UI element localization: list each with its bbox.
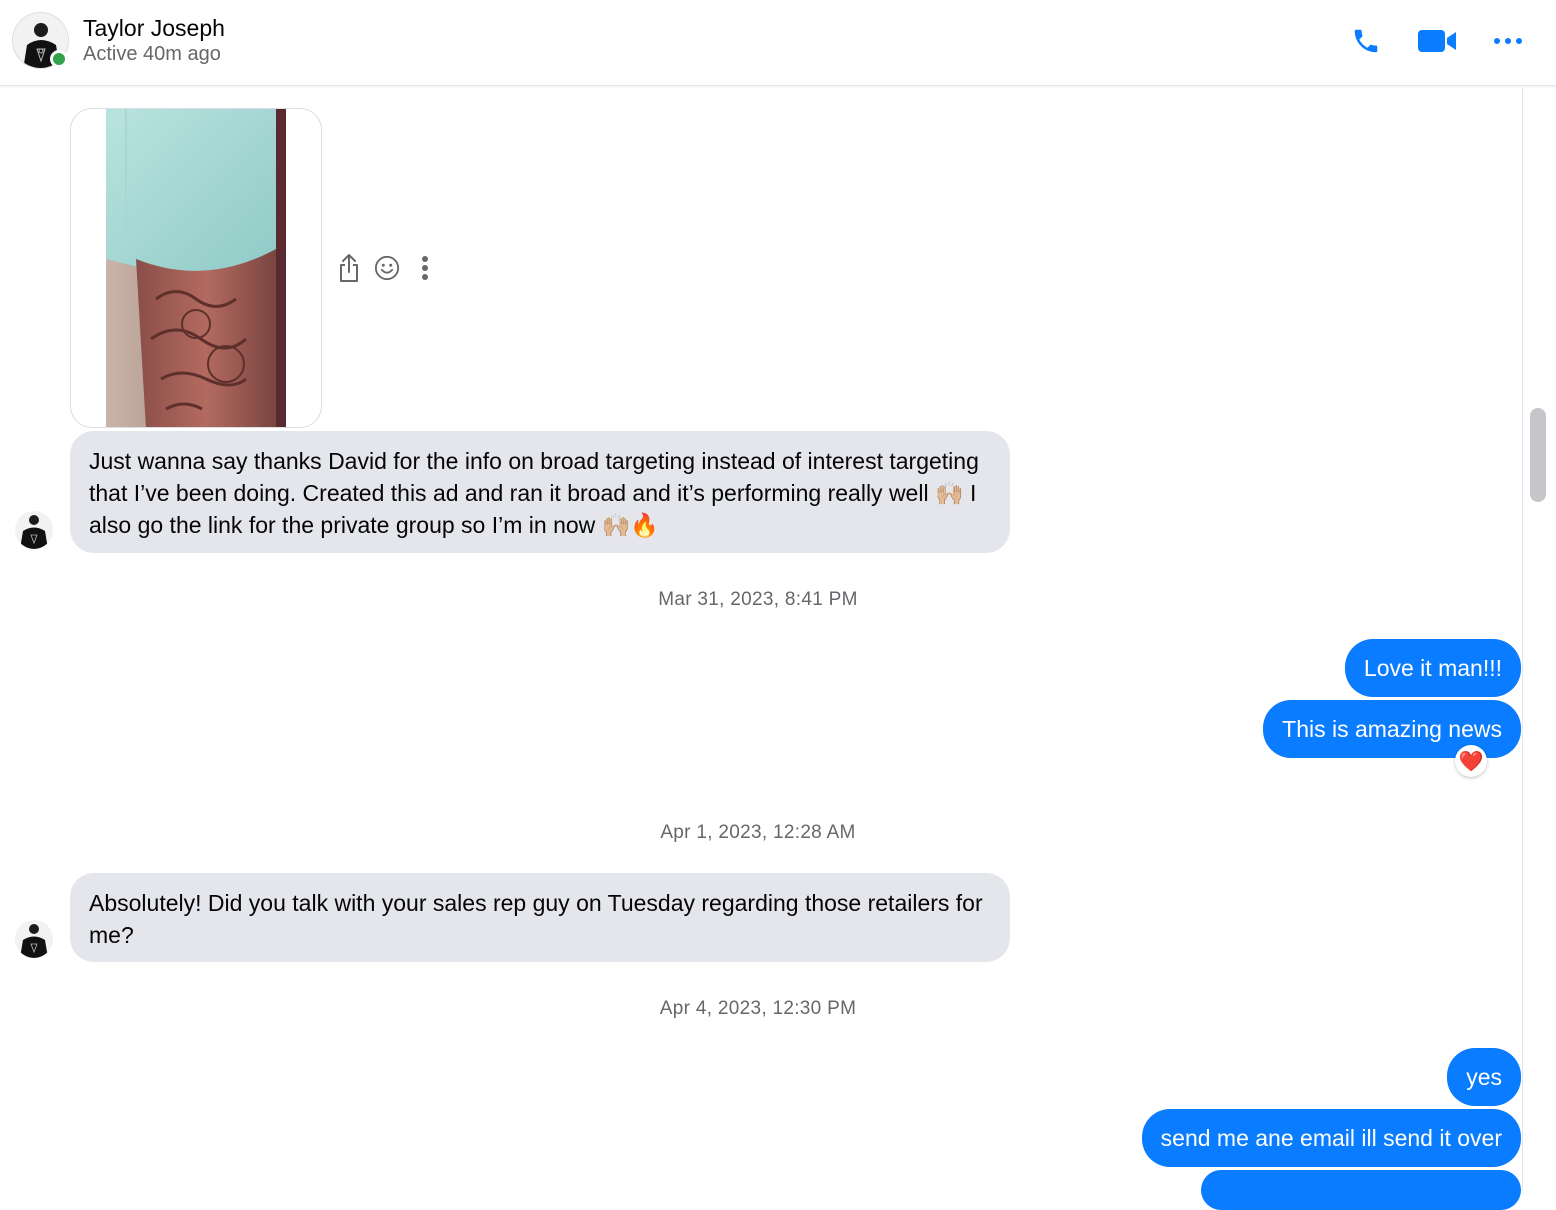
audio-call-button[interactable] — [1348, 22, 1384, 60]
phone-icon — [1354, 29, 1378, 53]
timestamp: Mar 31, 2023, 8:41 PM — [658, 589, 858, 610]
message-text: Love it man!!! — [1363, 655, 1502, 681]
timestamp: Apr 4, 2023, 12:30 PM — [659, 998, 857, 1019]
share-icon[interactable] — [336, 250, 362, 286]
outgoing-message-partial[interactable] — [1201, 1170, 1521, 1210]
incoming-message[interactable]: Just wanna say thanks David for the info… — [70, 431, 1010, 553]
timestamp: Apr 1, 2023, 12:28 AM — [660, 822, 856, 843]
conversation-info-button[interactable] — [1490, 22, 1526, 60]
heart-reaction[interactable]: ❤️ — [1455, 745, 1487, 777]
outgoing-message[interactable]: yes — [1447, 1048, 1521, 1106]
more-vertical-icon[interactable] — [412, 250, 438, 286]
message-text: Absolutely! Did you talk with your sales… — [89, 890, 983, 948]
scrollbar-track[interactable] — [1522, 87, 1556, 1190]
outgoing-message[interactable]: Love it man!!! — [1344, 639, 1521, 697]
sender-avatar[interactable] — [15, 511, 53, 549]
more-icon — [1494, 38, 1522, 44]
scrollbar-thumb[interactable] — [1530, 408, 1546, 502]
tattoo-photo — [106, 109, 286, 427]
video-camera-icon — [1418, 30, 1456, 52]
message-hover-actions — [336, 250, 438, 286]
active-status-dot — [50, 50, 68, 68]
outgoing-message[interactable]: send me ane email ill send it over — [1141, 1109, 1521, 1167]
emoji-react-icon[interactable] — [374, 250, 400, 286]
contact-name[interactable]: Taylor Joseph — [83, 15, 225, 42]
message-text: send me ane email ill send it over — [1160, 1125, 1502, 1151]
conversation-header: Taylor Joseph Active 40m ago — [0, 0, 1556, 86]
incoming-message[interactable]: Absolutely! Did you talk with your sales… — [70, 873, 1010, 962]
image-attachment[interactable] — [70, 108, 322, 428]
video-call-button[interactable] — [1415, 22, 1459, 60]
message-text: Just wanna say thanks David for the info… — [89, 448, 979, 538]
message-text: This is amazing news — [1282, 716, 1502, 742]
heart-icon: ❤️ — [1458, 750, 1484, 773]
active-status-text: Active 40m ago — [83, 43, 221, 65]
message-text: yes — [1466, 1064, 1502, 1090]
sender-avatar[interactable] — [15, 920, 53, 958]
